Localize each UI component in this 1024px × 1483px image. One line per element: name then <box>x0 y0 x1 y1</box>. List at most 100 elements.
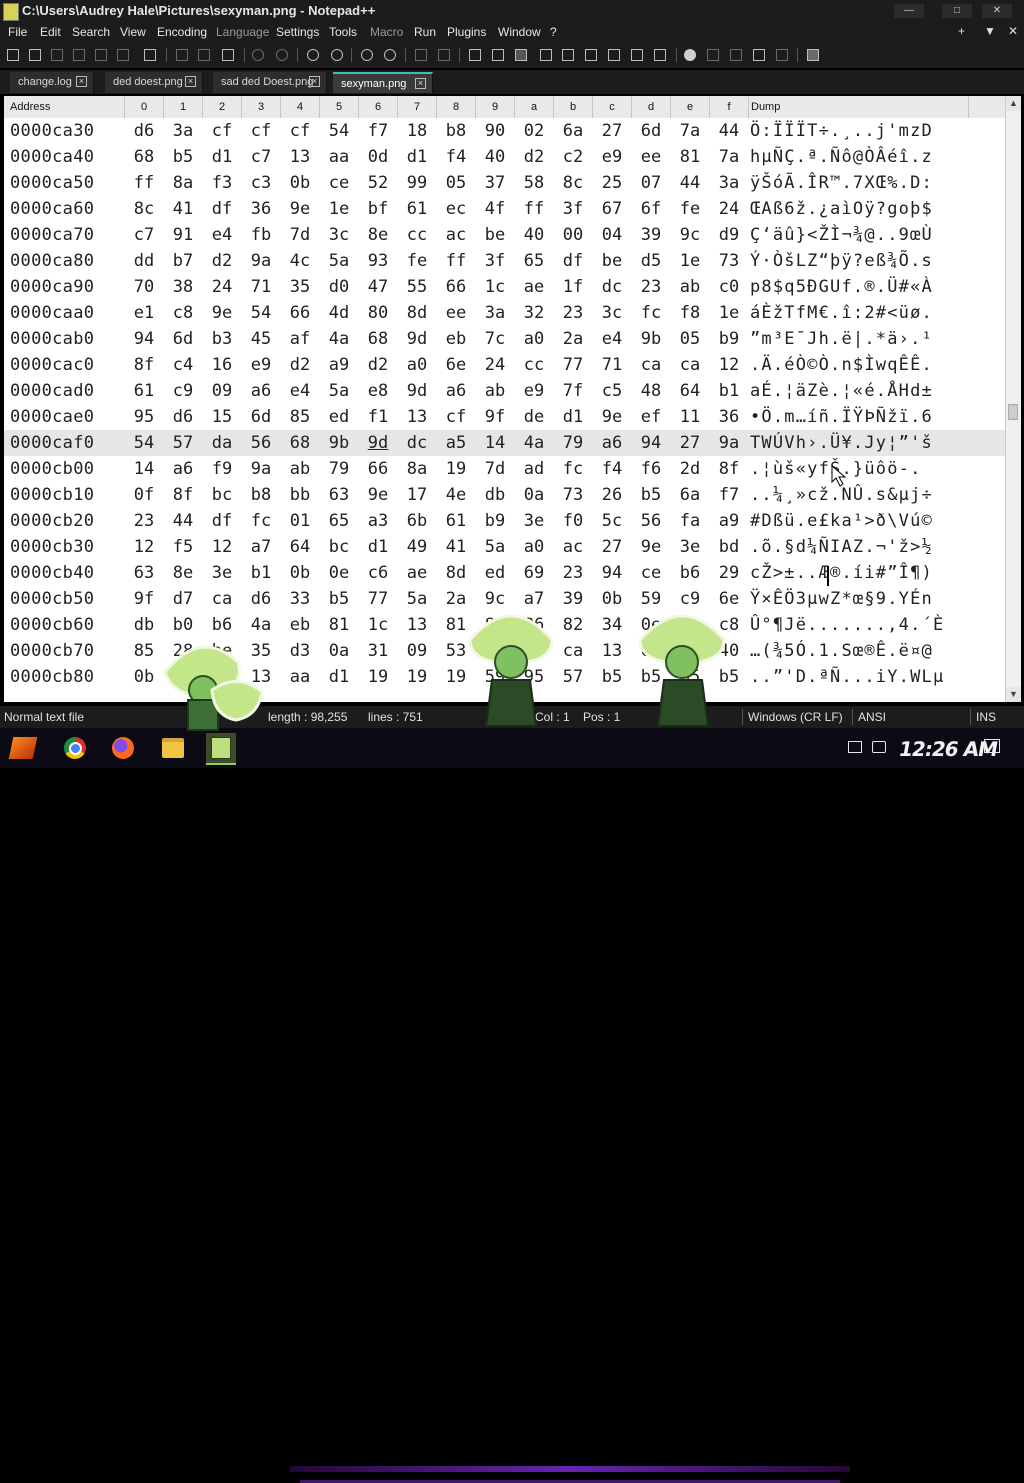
hex-byte[interactable]: df <box>207 196 237 222</box>
hex-byte[interactable]: 8f <box>129 352 159 378</box>
hex-byte[interactable]: 23 <box>129 508 159 534</box>
status-insert-mode[interactable]: INS <box>976 710 996 724</box>
hex-byte[interactable]: d3 <box>285 638 315 664</box>
hex-byte[interactable]: e4 <box>207 222 237 248</box>
hex-byte[interactable]: 9f <box>129 586 159 612</box>
hex-byte[interactable]: 27 <box>597 534 627 560</box>
hex-byte[interactable]: c2 <box>558 144 588 170</box>
hex-byte[interactable]: 0a <box>519 482 549 508</box>
menu-macro[interactable]: Macro <box>370 25 403 39</box>
hex-byte[interactable]: d1 <box>207 144 237 170</box>
menu-run[interactable]: Run <box>414 25 436 39</box>
hex-byte[interactable]: ca <box>636 352 666 378</box>
hex-byte[interactable]: 9c <box>480 638 510 664</box>
function-list-icon[interactable] <box>606 47 622 63</box>
hex-byte[interactable]: ff <box>519 196 549 222</box>
hex-byte[interactable]: 3e <box>675 534 705 560</box>
hex-byte[interactable]: 61 <box>402 196 432 222</box>
tab-close-icon[interactable]: × <box>76 76 87 87</box>
hex-byte[interactable]: 4a <box>246 612 276 638</box>
hex-byte[interactable]: 73 <box>558 482 588 508</box>
cut-icon[interactable] <box>174 47 190 63</box>
hex-byte[interactable]: bc <box>207 482 237 508</box>
hex-row-dump[interactable]: TWÚVh›.Ü¥.Jy¦”'š <box>750 430 933 456</box>
hex-byte[interactable]: db <box>129 612 159 638</box>
hex-byte[interactable]: eb <box>441 326 471 352</box>
hex-byte[interactable]: 85 <box>285 404 315 430</box>
hex-row[interactable]: 0000ca60 8c 41 df 36 9e 1e bf 61 ec 4f ff 3f 67 6f fe 24… <box>4 196 1005 222</box>
hex-row[interactable]: 0000ca40 68 b5 d1 c7 13 aa 0d d1 f4 40 d2 c2 e9 ee 81 7a… <box>4 144 1005 170</box>
hex-byte[interactable]: 9c <box>675 222 705 248</box>
macro-play-multiple-icon[interactable] <box>751 47 767 63</box>
tab-list-chevron-icon[interactable]: ▼ <box>984 24 996 38</box>
hex-row[interactable]: 0000ca30 d6 3a cf cf cf 54 f7 18 b8 90 02 6a 27 6d 7a 44… <box>4 118 1005 144</box>
hex-byte[interactable]: d9 <box>714 222 744 248</box>
hex-byte[interactable]: 4a <box>519 430 549 456</box>
hex-byte[interactable]: 68 <box>285 430 315 456</box>
status-eol[interactable]: Windows (CR LF) <box>748 710 843 724</box>
hex-byte[interactable]: 8c <box>558 170 588 196</box>
hex-byte[interactable]: 14 <box>129 456 159 482</box>
hex-byte[interactable]: 27 <box>597 118 627 144</box>
hex-byte[interactable]: dd <box>129 248 159 274</box>
show-all-chars-icon[interactable] <box>490 47 506 63</box>
hex-byte[interactable]: fc <box>636 300 666 326</box>
hex-byte[interactable]: 1c <box>480 274 510 300</box>
hex-byte[interactable]: 52 <box>363 170 393 196</box>
hex-byte[interactable]: 70 <box>129 274 159 300</box>
hex-byte[interactable]: 44 <box>675 170 705 196</box>
hex-byte[interactable]: 81 <box>675 144 705 170</box>
hex-byte[interactable]: 86 <box>519 612 549 638</box>
hex-byte[interactable]: c0 <box>714 274 744 300</box>
hex-byte[interactable]: 94 <box>129 326 159 352</box>
hex-row[interactable]: 0000cb80 0b 8b 44 13 aa d1 19 19 19 59 95 57 b5 b5 b5 b5… <box>4 664 1005 690</box>
hex-byte[interactable]: b4 <box>675 612 705 638</box>
hex-byte[interactable]: 35 <box>246 638 276 664</box>
hex-byte[interactable]: 65 <box>519 248 549 274</box>
hex-row-dump[interactable]: Ç‘äû}<ŽÌ¬¾@..9œÙ <box>750 222 933 248</box>
hex-byte[interactable]: bb <box>285 482 315 508</box>
hex-byte[interactable]: ab <box>480 378 510 404</box>
hex-byte[interactable]: bf <box>363 196 393 222</box>
hex-byte[interactable]: f7 <box>363 118 393 144</box>
hex-row[interactable]: 0000cae0 95 d6 15 6d 85 ed f1 13 cf 9f de d1 9e ef 11 36… <box>4 404 1005 430</box>
hex-byte[interactable]: 6e <box>441 352 471 378</box>
hex-byte[interactable]: b5 <box>636 482 666 508</box>
hex-byte[interactable]: db <box>480 482 510 508</box>
hex-byte[interactable]: 0e <box>324 560 354 586</box>
hex-editor-icon[interactable] <box>805 47 821 63</box>
hex-byte[interactable]: af <box>285 326 315 352</box>
hex-byte[interactable]: d1 <box>558 404 588 430</box>
close-icon[interactable] <box>93 47 109 63</box>
hex-byte[interactable]: 68 <box>129 144 159 170</box>
hex-byte[interactable]: fc <box>558 456 588 482</box>
hex-byte[interactable]: b7 <box>168 248 198 274</box>
hex-byte[interactable]: 86 <box>480 612 510 638</box>
menu-help[interactable]: ? <box>550 25 557 39</box>
hex-byte[interactable]: 26 <box>597 482 627 508</box>
tab-change-log[interactable]: change.log × <box>10 72 94 93</box>
status-encoding[interactable]: ANSI <box>858 710 886 724</box>
hex-byte[interactable]: ca <box>207 586 237 612</box>
replace-icon[interactable] <box>329 47 345 63</box>
hex-byte[interactable]: 40 <box>714 638 744 664</box>
hex-byte[interactable]: d2 <box>207 248 237 274</box>
hex-byte[interactable]: 3a <box>714 170 744 196</box>
hex-byte[interactable]: dc <box>597 274 627 300</box>
hex-byte[interactable]: 93 <box>363 248 393 274</box>
macro-play-icon[interactable] <box>728 47 744 63</box>
hex-row-dump[interactable]: Ÿ×ÊÖ3µwZ*œ§9.YÉn <box>750 586 933 612</box>
hex-byte[interactable]: 32 <box>519 300 549 326</box>
zoom-in-icon[interactable] <box>359 47 375 63</box>
hex-byte[interactable]: a4 <box>675 638 705 664</box>
hex-byte[interactable]: 6f <box>636 196 666 222</box>
hex-byte[interactable]: 7c <box>480 326 510 352</box>
hex-row-dump[interactable]: Û°¶Jë.......‚4.´È <box>750 612 944 638</box>
hex-byte[interactable]: fb <box>246 222 276 248</box>
hex-byte[interactable]: 29 <box>714 560 744 586</box>
hex-byte[interactable]: 94 <box>636 430 666 456</box>
hex-row[interactable]: 0000cac0 8f c4 16 e9 d2 a9 d2 a0 6e 24 cc 77 71 ca ca 12… <box>4 352 1005 378</box>
hex-byte[interactable]: b6 <box>207 612 237 638</box>
hex-byte[interactable]: 6a <box>558 118 588 144</box>
hex-byte[interactable]: 40 <box>519 222 549 248</box>
